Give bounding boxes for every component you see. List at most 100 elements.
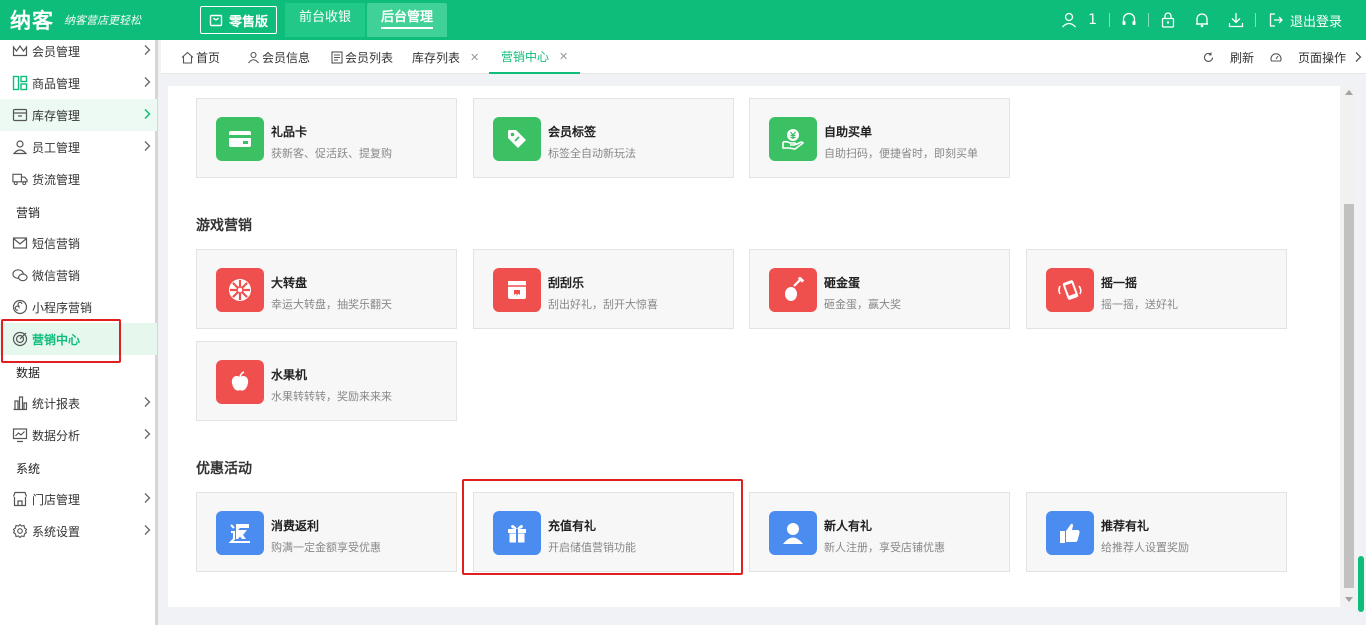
lock-icon[interactable]	[1151, 0, 1185, 40]
refresh-icon	[1203, 52, 1214, 62]
card-title: 推荐有礼	[1101, 519, 1150, 533]
card-desc: 购满一定金额享受优惠	[271, 541, 381, 554]
divider	[1147, 13, 1149, 27]
sidebar-item-analysis[interactable]: 数据分析	[0, 419, 157, 451]
card-title: 大转盘	[271, 276, 308, 290]
gauge-icon	[1270, 52, 1282, 62]
tag-icon	[493, 117, 541, 161]
logout-button[interactable]: 退出登录	[1268, 11, 1342, 30]
chevron-right-icon	[143, 108, 151, 123]
sidebar-group-marketing: 营销	[16, 206, 41, 220]
section-title-promos: 优惠活动	[196, 461, 252, 477]
nav-backend-admin-label: 后台管理	[381, 10, 434, 29]
sidebar-item-sms[interactable]: 短信营销	[0, 227, 157, 259]
card-referral-gift[interactable]: 推荐有礼 给推荐人设置奖励	[1026, 492, 1287, 572]
sidebar-item-staff[interactable]: 员工管理	[0, 131, 157, 163]
download-icon[interactable]	[1219, 0, 1253, 40]
card-title: 摇一摇	[1101, 276, 1138, 290]
nav-front-cashier[interactable]: 前台收银	[285, 3, 366, 37]
tab-member-list[interactable]: 会员列表	[331, 40, 393, 74]
sidebar-item-label: 货流管理	[32, 172, 81, 187]
sidebar-group-data: 数据	[16, 366, 41, 380]
card-title: 水果机	[271, 368, 308, 382]
card-title: 自助买单	[824, 125, 873, 139]
sidebar-item-wechat[interactable]: 微信营销	[0, 259, 157, 291]
card-desc: 给推荐人设置奖励	[1101, 541, 1189, 554]
crown-icon	[12, 43, 28, 59]
sidebar-item-label: 小程序营销	[32, 300, 93, 315]
chevron-right-icon	[143, 140, 151, 155]
sidebar-item-inventory[interactable]: 库存管理	[0, 99, 157, 131]
headset-icon[interactable]	[1112, 0, 1146, 40]
card-self-checkout[interactable]: 自助买单 自助扫码，便捷省时，即刻买单	[749, 98, 1010, 178]
sidebar-item-label: 微信营销	[32, 268, 81, 283]
bell-icon[interactable]	[1185, 0, 1219, 40]
header-actions: 1 退出登录	[1052, 0, 1342, 40]
chevron-right-icon	[143, 492, 151, 507]
card-gift-card[interactable]: 礼品卡 获新客、促活跃、提复购	[196, 98, 457, 178]
wheel-icon	[216, 268, 264, 312]
sidebar-item-label: 系统设置	[32, 524, 81, 539]
chevron-right-icon	[143, 76, 151, 91]
page-ops-button[interactable]: 页面操作	[1270, 49, 1362, 66]
bar-chart-icon	[12, 395, 28, 411]
box-icon	[12, 107, 28, 123]
sidebar-item-label: 商品管理	[32, 76, 81, 91]
card-fruit-machine[interactable]: 水果机 水果转转转，奖励来来来	[196, 341, 457, 421]
tab-member-info[interactable]: 会员信息	[247, 40, 310, 74]
card-desc: 刮出好礼，刮开大惊喜	[548, 298, 658, 311]
sidebar-item-stores[interactable]: 门店管理	[0, 483, 157, 515]
shake-phone-icon	[1046, 268, 1094, 312]
thumbs-up-icon	[1046, 511, 1094, 555]
sidebar-item-reports[interactable]: 统计报表	[0, 387, 157, 419]
logo-slogan: 纳客营店更轻松	[64, 14, 141, 27]
tab-label: 库存列表	[412, 50, 461, 65]
logout-label: 退出登录	[1289, 14, 1342, 30]
wechat-icon	[12, 267, 28, 283]
card-title: 礼品卡	[271, 125, 308, 139]
card-rebate[interactable]: 消费返利 购满一定金额享受优惠	[196, 492, 457, 572]
chevron-right-icon	[143, 396, 151, 411]
brand-logo[interactable]: 纳客 纳客营店更轻松	[0, 0, 200, 40]
tab-marketing-center[interactable]: 营销中心 ✕	[489, 40, 581, 74]
card-desc: 获新客、促活跃、提复购	[271, 147, 392, 160]
card-shake[interactable]: 摇一摇 摇一摇，送好礼	[1026, 249, 1287, 329]
sidebar-item-logistics[interactable]: 货流管理	[0, 163, 157, 195]
sidebar-group-system: 系统	[16, 462, 41, 476]
scroll-thumb[interactable]	[1344, 204, 1354, 588]
card-scratch[interactable]: 刮刮乐 刮出好礼，刮开大惊喜	[473, 249, 734, 329]
chevron-right-icon	[1355, 52, 1362, 62]
user-icon[interactable]	[1052, 0, 1086, 40]
sidebar-item-label: 数据分析	[32, 428, 81, 443]
sidebar-item-label: 门店管理	[32, 492, 81, 507]
card-desc: 砸金蛋，赢大奖	[824, 298, 901, 311]
sidebar-item-member[interactable]: 会员管理	[0, 35, 157, 67]
scrollbar[interactable]	[1342, 86, 1356, 606]
card-big-wheel[interactable]: 大转盘 幸运大转盘，抽奖乐翻天	[196, 249, 457, 329]
chevron-right-icon	[143, 428, 151, 443]
close-icon[interactable]: ✕	[559, 50, 580, 63]
edition-badge[interactable]: 零售版	[200, 6, 278, 34]
apple-icon	[216, 360, 264, 404]
tab-home[interactable]: 首页	[181, 40, 220, 74]
card-member-tag[interactable]: 会员标签 标签全自动新玩法	[473, 98, 734, 178]
retail-bag-icon	[209, 14, 223, 27]
card-desc: 新人注册，享受店铺优惠	[824, 541, 945, 554]
edition-label: 零售版	[229, 14, 269, 30]
main-content: 礼品卡 获新客、促活跃、提复购 会员标签 标签全自动新玩法 自助买单 自助扫码，…	[168, 86, 1340, 607]
tab-inventory-list[interactable]: 库存列表 ✕	[412, 40, 479, 74]
scroll-down-arrow[interactable]	[1345, 597, 1353, 602]
sidebar-item-goods[interactable]: 商品管理	[0, 67, 157, 99]
close-icon[interactable]: ✕	[470, 51, 479, 64]
card-title: 刮刮乐	[548, 276, 585, 290]
card-golden-egg[interactable]: 砸金蛋 砸金蛋，赢大奖	[749, 249, 1010, 329]
side-edge-handle	[1358, 556, 1364, 612]
nav-backend-admin[interactable]: 后台管理	[367, 3, 448, 37]
sidebar-item-settings[interactable]: 系统设置	[0, 515, 157, 547]
miniprogram-icon	[12, 299, 28, 315]
card-newcomer-gift[interactable]: 新人有礼 新人注册，享受店铺优惠	[749, 492, 1010, 572]
refresh-button[interactable]: 刷新	[1203, 49, 1254, 66]
scroll-up-arrow[interactable]	[1345, 90, 1353, 95]
truck-icon	[12, 171, 28, 187]
card-desc: 幸运大转盘，抽奖乐翻天	[271, 298, 392, 311]
